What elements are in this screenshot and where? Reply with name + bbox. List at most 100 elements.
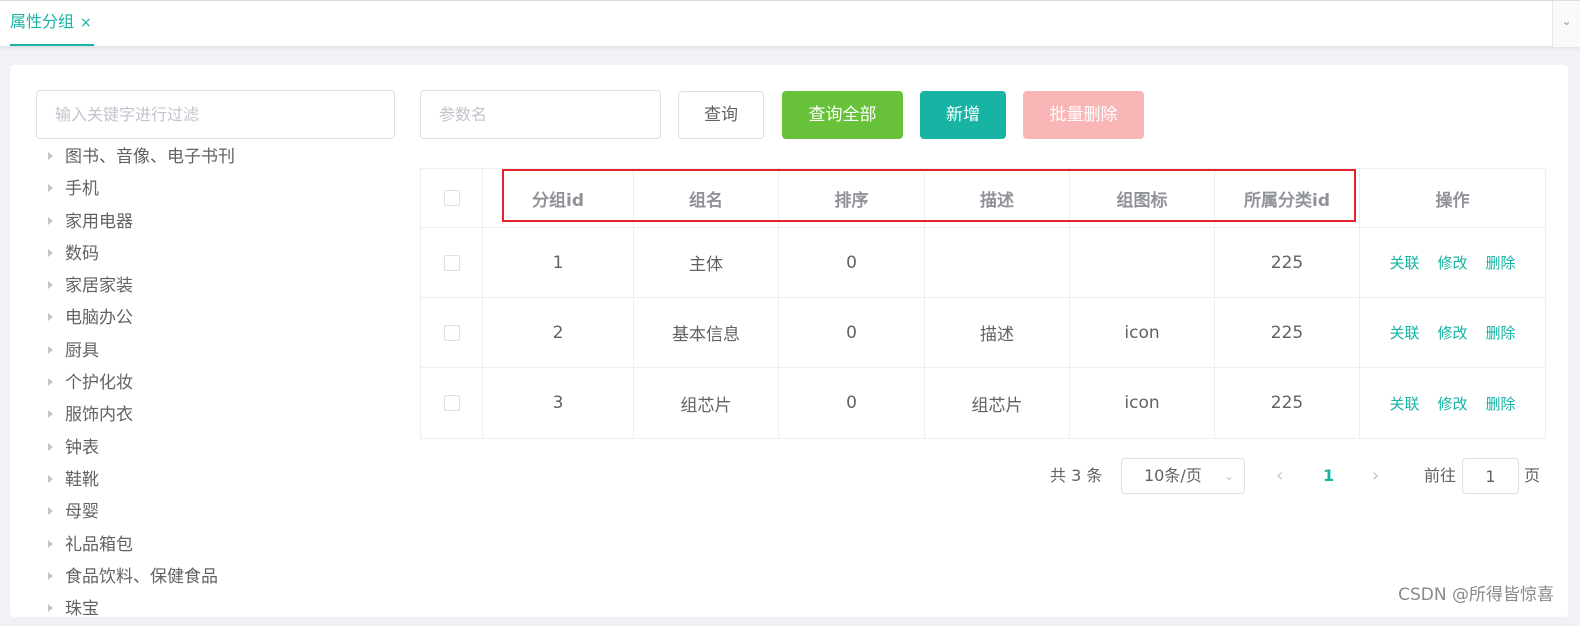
tree-node-label: 厨具 <box>65 340 99 361</box>
tree-node[interactable]: 服饰内衣 <box>40 400 400 432</box>
category-tree: 图书、音像、电子书刊 手机 家用电器 数码 家居家装 电脑办公 厨具 个护化妆 服饰内衣 钟表 鞋靴… <box>40 142 400 626</box>
page-size-select[interactable]: 10条/页 ⌄ <box>1121 458 1245 494</box>
cell-actions: 关联 修改 删除 <box>1360 298 1545 367</box>
tree-node-label: 手机 <box>65 179 99 200</box>
header-group-icon: 组图标 <box>1070 169 1215 227</box>
caret-right-icon[interactable] <box>48 281 53 290</box>
tree-node[interactable]: 家居家装 <box>40 271 400 303</box>
row-select-cell <box>421 368 483 438</box>
caret-right-icon[interactable] <box>48 313 53 322</box>
edit-link[interactable]: 修改 <box>1437 252 1467 273</box>
select-all-checkbox[interactable] <box>443 190 460 206</box>
prev-page-icon[interactable]: ‹ <box>1276 458 1283 494</box>
page-number-current[interactable]: 1 <box>1323 458 1334 494</box>
row-select-cell <box>421 298 483 367</box>
header-catelog-id: 所属分类id <box>1215 169 1360 227</box>
delete-link[interactable]: 删除 <box>1486 322 1516 343</box>
row-checkbox[interactable] <box>443 324 460 341</box>
caret-right-icon[interactable] <box>48 378 53 387</box>
query-button[interactable]: 查询 <box>678 91 764 139</box>
tree-filter-input[interactable] <box>36 90 395 139</box>
row-select-cell <box>421 228 483 297</box>
row-checkbox[interactable] <box>443 254 460 271</box>
relate-link[interactable]: 关联 <box>1389 393 1419 414</box>
cell-catelog-id: 225 <box>1215 368 1360 438</box>
cell-group-icon <box>1070 228 1215 297</box>
header-select-cell <box>421 169 483 227</box>
cell-description: 组芯片 <box>925 368 1070 438</box>
tree-node[interactable]: 家用电器 <box>40 207 400 239</box>
tree-node-label: 家用电器 <box>65 211 133 232</box>
tab-attr-group[interactable]: 属性分组 × <box>10 1 94 46</box>
relate-link[interactable]: 关联 <box>1389 322 1419 343</box>
table-row: 3 组芯片 0 组芯片 icon 225 关联 修改 删除 <box>421 368 1545 438</box>
cell-sort: 0 <box>779 228 925 297</box>
caret-right-icon[interactable] <box>48 571 53 580</box>
tree-node[interactable]: 食品饮料、保健食品 <box>40 562 400 594</box>
tree-node[interactable]: 电脑办公 <box>40 303 400 335</box>
caret-right-icon[interactable] <box>48 507 53 516</box>
cell-group-id: 2 <box>483 298 634 367</box>
delete-link[interactable]: 删除 <box>1486 393 1516 414</box>
tree-node[interactable]: 母婴 <box>40 497 400 529</box>
tree-node-label: 数码 <box>65 243 99 264</box>
header-group-id: 分组id <box>483 169 634 227</box>
caret-right-icon[interactable] <box>48 410 53 419</box>
edit-link[interactable]: 修改 <box>1437 393 1467 414</box>
chevron-down-icon[interactable]: ⌄ <box>1552 1 1580 47</box>
add-button[interactable]: 新增 <box>920 91 1006 139</box>
caret-right-icon[interactable] <box>48 442 53 451</box>
table-header-row: 分组id 组名 排序 描述 组图标 所属分类id 操作 <box>421 169 1545 228</box>
caret-right-icon[interactable] <box>48 184 53 193</box>
relate-link[interactable]: 关联 <box>1389 252 1419 273</box>
tree-node[interactable]: 个护化妆 <box>40 368 400 400</box>
tree-node[interactable]: 手机 <box>40 174 400 206</box>
batch-delete-button[interactable]: 批量删除 <box>1023 91 1144 139</box>
edit-link[interactable]: 修改 <box>1437 322 1467 343</box>
close-icon[interactable]: × <box>80 15 92 31</box>
cell-actions: 关联 修改 删除 <box>1360 228 1545 297</box>
tree-node[interactable]: 珠宝 <box>40 594 400 626</box>
chevron-down-icon: ⌄ <box>1223 469 1234 483</box>
cell-sort: 0 <box>779 368 925 438</box>
main-panel: 图书、音像、电子书刊手机家用电器数码家居家装电脑办公厨具个护化妆服饰内衣钟表鞋靴… <box>10 65 1568 619</box>
caret-right-icon[interactable] <box>48 345 53 354</box>
param-name-input[interactable] <box>420 90 661 139</box>
goto-label: 前往 <box>1424 466 1457 485</box>
tree-node[interactable]: 数码 <box>40 239 400 271</box>
next-page-icon[interactable]: › <box>1372 458 1379 494</box>
cell-sort: 0 <box>779 298 925 367</box>
header-sort: 排序 <box>779 169 925 227</box>
tree-node-label: 个护化妆 <box>65 373 133 394</box>
tree-node-label: 珠宝 <box>65 599 99 620</box>
header-group-name: 组名 <box>634 169 779 227</box>
tree-node[interactable]: 厨具 <box>40 336 400 368</box>
table-row: 1 主体 0 225 关联 修改 删除 <box>421 228 1545 298</box>
cell-description <box>925 228 1070 297</box>
cell-group-icon: icon <box>1070 368 1215 438</box>
cell-description: 描述 <box>925 298 1070 367</box>
caret-right-icon[interactable] <box>48 604 53 613</box>
tree-node[interactable]: 图书、音像、电子书刊 <box>40 142 400 174</box>
tree-node-label: 电脑办公 <box>65 308 133 329</box>
header-description: 描述 <box>925 169 1070 227</box>
tree-node[interactable]: 礼品箱包 <box>40 530 400 562</box>
page-size-value: 10条/页 <box>1144 466 1202 485</box>
cell-group-name: 基本信息 <box>634 298 779 367</box>
caret-right-icon[interactable] <box>48 152 53 160</box>
tree-node-label: 母婴 <box>65 502 99 523</box>
query-all-button[interactable]: 查询全部 <box>782 91 903 139</box>
caret-right-icon[interactable] <box>48 539 53 548</box>
total-count: 共 3 条 <box>1050 466 1103 485</box>
caret-right-icon[interactable] <box>48 248 53 257</box>
cell-actions: 关联 修改 删除 <box>1360 368 1545 438</box>
tree-node-label: 钟表 <box>65 437 99 458</box>
pagination: 共 3 条 10条/页 ⌄ ‹ 1 › 前往 页 <box>10 458 1568 494</box>
caret-right-icon[interactable] <box>48 216 53 225</box>
goto-page-input[interactable] <box>1462 458 1519 494</box>
cell-catelog-id: 225 <box>1215 228 1360 297</box>
delete-link[interactable]: 删除 <box>1486 252 1516 273</box>
cell-group-name: 组芯片 <box>634 368 779 438</box>
row-checkbox[interactable] <box>443 395 460 411</box>
tree-node-label: 食品饮料、保健食品 <box>65 566 218 587</box>
